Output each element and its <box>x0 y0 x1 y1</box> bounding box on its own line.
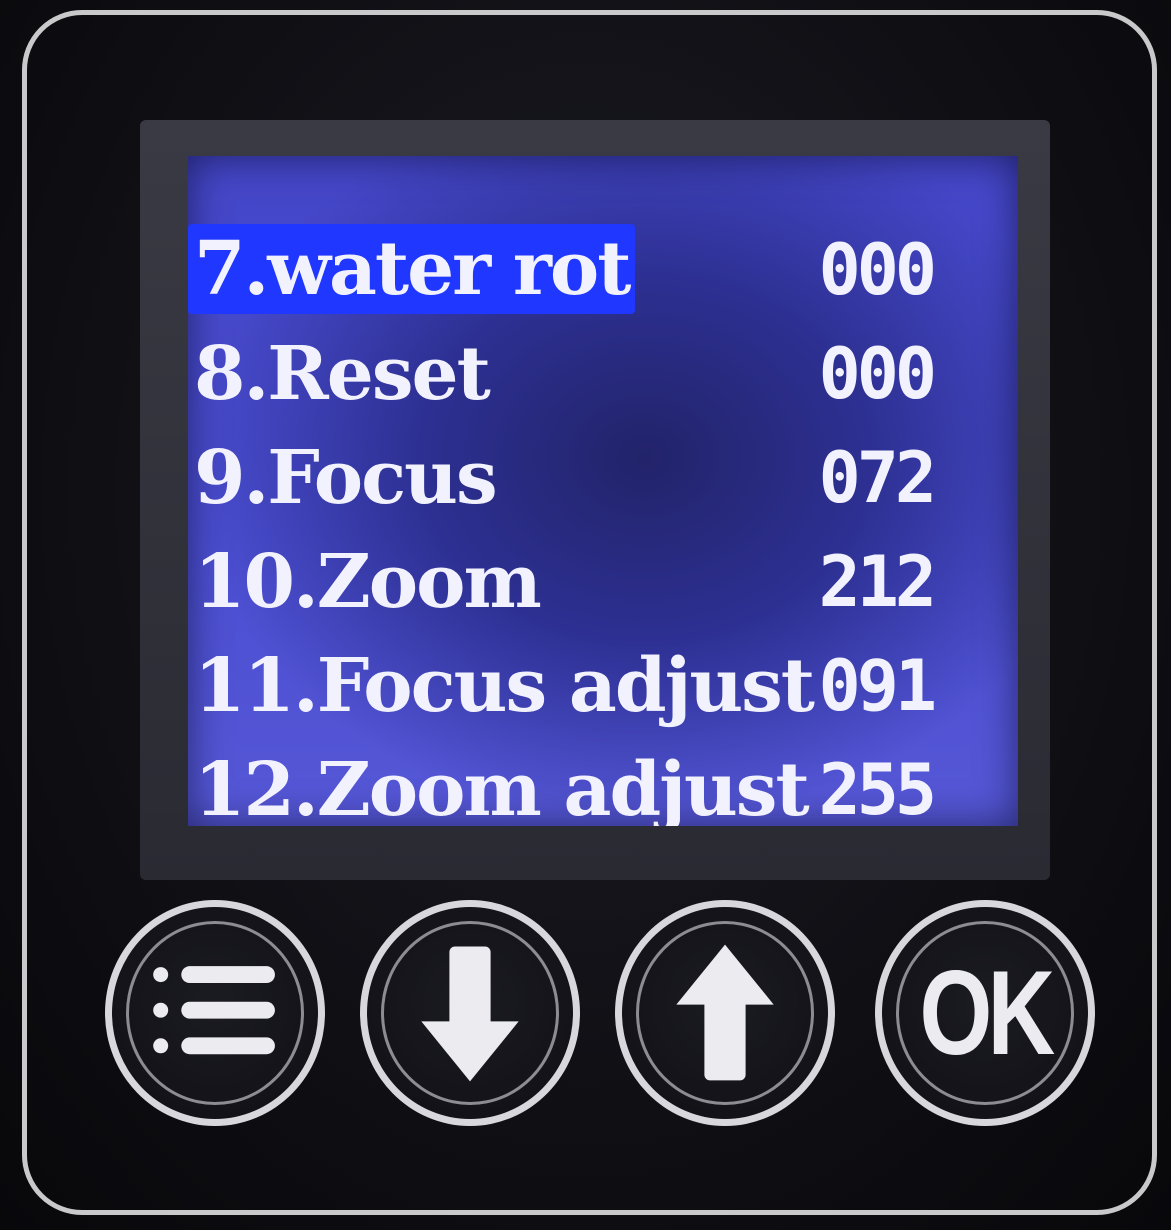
up-button[interactable] <box>615 900 835 1126</box>
screen-frame: 7.water rot 000 8.Reset 000 9.Focus 072 … <box>140 120 1050 880</box>
menu-item-label: 10.Zoom <box>194 539 542 625</box>
hardware-button-row: OK <box>100 900 1095 1130</box>
menu-item-zoom-adjust[interactable]: 12.Zoom adjust 255 <box>188 738 1018 826</box>
menu-item-water-rot[interactable]: 7.water rot 000 <box>188 218 1018 322</box>
menu-item-label-selected: 7.water rot <box>188 224 636 314</box>
menu-item-value: 212 <box>818 541 937 623</box>
ok-button[interactable]: OK <box>875 900 1095 1126</box>
down-button[interactable] <box>360 900 580 1126</box>
menu-item-value: 000 <box>818 229 937 311</box>
settings-menu-list: 7.water rot 000 8.Reset 000 9.Focus 072 … <box>188 218 1018 826</box>
menu-item-focus[interactable]: 9.Focus 072 <box>188 426 1018 530</box>
menu-item-label: 8.Reset <box>194 331 491 417</box>
menu-button[interactable] <box>105 900 325 1126</box>
menu-item-value: 072 <box>818 437 937 519</box>
menu-item-reset[interactable]: 8.Reset 000 <box>188 322 1018 426</box>
menu-item-zoom[interactable]: 10.Zoom 212 <box>188 530 1018 634</box>
arrow-down-icon <box>421 946 519 1082</box>
menu-item-label: 9.Focus <box>194 435 498 521</box>
menu-item-label: 11.Focus adjust <box>194 643 815 729</box>
menu-item-value: 000 <box>818 333 937 415</box>
control-panel: 7.water rot 000 8.Reset 000 9.Focus 072 … <box>0 0 1171 1230</box>
arrow-up-icon <box>676 944 774 1081</box>
lcd-display: 7.water rot 000 8.Reset 000 9.Focus 072 … <box>188 156 1018 826</box>
ok-label: OK <box>919 946 1055 1080</box>
menu-item-value: 091 <box>818 645 937 727</box>
list-menu-icon <box>153 966 275 1055</box>
menu-item-label: 12.Zoom adjust <box>194 747 810 826</box>
menu-item-focus-adjust[interactable]: 11.Focus adjust 091 <box>188 634 1018 738</box>
menu-item-value: 255 <box>818 749 937 826</box>
